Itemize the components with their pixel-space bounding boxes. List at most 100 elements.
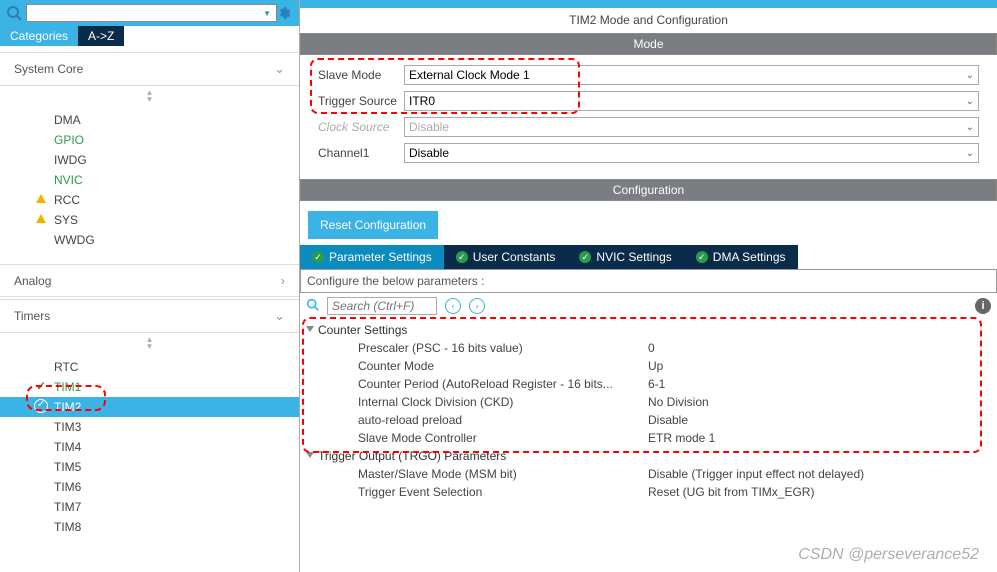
param-value: 0	[648, 341, 991, 355]
param-key: auto-reload preload	[358, 413, 648, 427]
chevron-down-icon: ⌄	[966, 70, 974, 81]
channel1-select[interactable]: Disable ⌄	[404, 143, 979, 163]
select-value: Disable	[409, 146, 449, 160]
group-system-core[interactable]: System Core ⌄	[0, 52, 299, 86]
tab-az[interactable]: A->Z	[78, 26, 124, 46]
param-row[interactable]: Counter ModeUp	[358, 357, 991, 375]
param-key: Prescaler (PSC - 16 bits value)	[358, 341, 648, 355]
tab-label: Parameter Settings	[329, 250, 432, 264]
left-tabbar: Categories A->Z	[0, 26, 299, 46]
channel1-label: Channel1	[318, 146, 404, 160]
scroll-hint-icon: ▴▾	[0, 86, 299, 106]
tree-item-tim7[interactable]: TIM7	[0, 497, 299, 517]
search-prev-button[interactable]: ‹	[445, 298, 461, 314]
tree-item-tim4[interactable]: TIM4	[0, 437, 299, 457]
select-value: ITR0	[409, 94, 435, 108]
param-row[interactable]: Internal Clock Division (CKD)No Division	[358, 393, 991, 411]
tree-item-sys[interactable]: SYS	[0, 210, 299, 230]
parameters-description: Configure the below parameters :	[300, 269, 997, 293]
param-tabbar: ✓ Parameter Settings ✓ User Constants ✓ NVI…	[300, 245, 997, 269]
check-icon: ✓	[456, 251, 468, 263]
param-row[interactable]: Prescaler (PSC - 16 bits value)0	[358, 339, 991, 357]
page-title: TIM2 Mode and Configuration	[300, 8, 997, 33]
tree-item-rtc[interactable]: RTC	[0, 357, 299, 377]
chevron-down-icon: ⌄	[966, 148, 974, 159]
param-row[interactable]: Trigger Event SelectionReset (UG bit fro…	[358, 483, 991, 501]
check-icon: ✓	[696, 251, 708, 263]
tab-nvic-settings[interactable]: ✓ NVIC Settings	[567, 245, 683, 269]
param-value: No Division	[648, 395, 991, 409]
tab-dma-settings[interactable]: ✓ DMA Settings	[684, 245, 798, 269]
search-icon	[306, 298, 319, 314]
select-value: Disable	[409, 120, 449, 134]
slave-mode-select[interactable]: External Clock Mode 1 ⌄	[404, 65, 979, 85]
configuration-header: Configuration	[300, 179, 997, 201]
group-analog[interactable]: Analog ›	[0, 264, 299, 297]
param-row[interactable]: Master/Slave Mode (MSM bit)Disable (Trig…	[358, 465, 991, 483]
tree-item-tim2[interactable]: TIM2	[0, 397, 299, 417]
tab-categories[interactable]: Categories	[0, 26, 78, 46]
clock-source-select: Disable ⌄	[404, 117, 979, 137]
tab-user-constants[interactable]: ✓ User Constants	[444, 245, 568, 269]
left-search-input[interactable]	[26, 4, 277, 22]
clock-source-label: Clock Source	[318, 120, 404, 134]
param-value: 6-1	[648, 377, 991, 391]
dropdown-icon[interactable]: ▼	[263, 9, 271, 18]
tree-item-iwdg[interactable]: IWDG	[0, 150, 299, 170]
gear-icon[interactable]	[275, 4, 293, 22]
tab-label: NVIC Settings	[596, 250, 671, 264]
tree-item-nvic[interactable]: NVIC	[0, 170, 299, 190]
search-next-button[interactable]: ›	[469, 298, 485, 314]
group-label: Analog	[14, 274, 51, 288]
param-value: Reset (UG bit from TIMx_EGR)	[648, 485, 991, 499]
tree-item-tim6[interactable]: TIM6	[0, 477, 299, 497]
reset-configuration-button[interactable]: Reset Configuration	[308, 211, 438, 239]
check-icon: ✓	[312, 251, 324, 263]
param-key: Counter Mode	[358, 359, 648, 373]
tree-item-tim3[interactable]: TIM3	[0, 417, 299, 437]
tree-item-tim1[interactable]: TIM1	[0, 377, 299, 397]
group-label: Timers	[14, 309, 50, 323]
chevron-down-icon: ⌄	[274, 308, 285, 324]
param-value: Disable (Trigger input effect not delaye…	[648, 467, 991, 481]
chevron-down-icon: ⌄	[966, 122, 974, 133]
parameter-search-input[interactable]	[327, 297, 437, 315]
group-trgo-parameters[interactable]: Trigger Output (TRGO) Parameters	[306, 447, 991, 465]
right-top-accent	[300, 0, 997, 8]
param-key: Counter Period (AutoReload Register - 16…	[358, 377, 648, 391]
param-row[interactable]: Slave Mode ControllerETR mode 1	[358, 429, 991, 447]
tree-item-wwdg[interactable]: WWDG	[0, 230, 299, 250]
left-top-bar: ▼	[0, 0, 299, 26]
tab-label: DMA Settings	[713, 250, 786, 264]
param-value: Disable	[648, 413, 991, 427]
param-value: ETR mode 1	[648, 431, 991, 445]
info-icon[interactable]: i	[975, 298, 991, 314]
tab-parameter-settings[interactable]: ✓ Parameter Settings	[300, 245, 444, 269]
mode-header: Mode	[300, 33, 997, 55]
tree-item-tim8[interactable]: TIM8	[0, 517, 299, 537]
param-key: Internal Clock Division (CKD)	[358, 395, 648, 409]
chevron-right-icon: ›	[281, 273, 285, 288]
tree-item-rcc[interactable]: RCC	[0, 190, 299, 210]
trigger-source-select[interactable]: ITR0 ⌄	[404, 91, 979, 111]
trigger-source-label: Trigger Source	[318, 94, 404, 108]
group-timers[interactable]: Timers ⌄	[0, 299, 299, 333]
select-value: External Clock Mode 1	[409, 68, 530, 82]
search-icon	[6, 5, 22, 21]
scroll-hint-icon: ▴▾	[0, 333, 299, 353]
param-row[interactable]: auto-reload preloadDisable	[358, 411, 991, 429]
component-tree: System Core ⌄ ▴▾ DMA GPIO IWDG NVIC RCC …	[0, 46, 299, 572]
tree-item-dma[interactable]: DMA	[0, 110, 299, 130]
check-icon: ✓	[579, 251, 591, 263]
param-value: Up	[648, 359, 991, 373]
param-row[interactable]: Counter Period (AutoReload Register - 16…	[358, 375, 991, 393]
tab-label: User Constants	[473, 250, 556, 264]
tree-item-gpio[interactable]: GPIO	[0, 130, 299, 150]
group-counter-settings[interactable]: Counter Settings	[306, 321, 991, 339]
tree-item-tim5[interactable]: TIM5	[0, 457, 299, 477]
param-key: Slave Mode Controller	[358, 431, 648, 445]
chevron-down-icon: ⌄	[966, 96, 974, 107]
slave-mode-label: Slave Mode	[318, 68, 404, 82]
param-key: Master/Slave Mode (MSM bit)	[358, 467, 648, 481]
param-key: Trigger Event Selection	[358, 485, 648, 499]
